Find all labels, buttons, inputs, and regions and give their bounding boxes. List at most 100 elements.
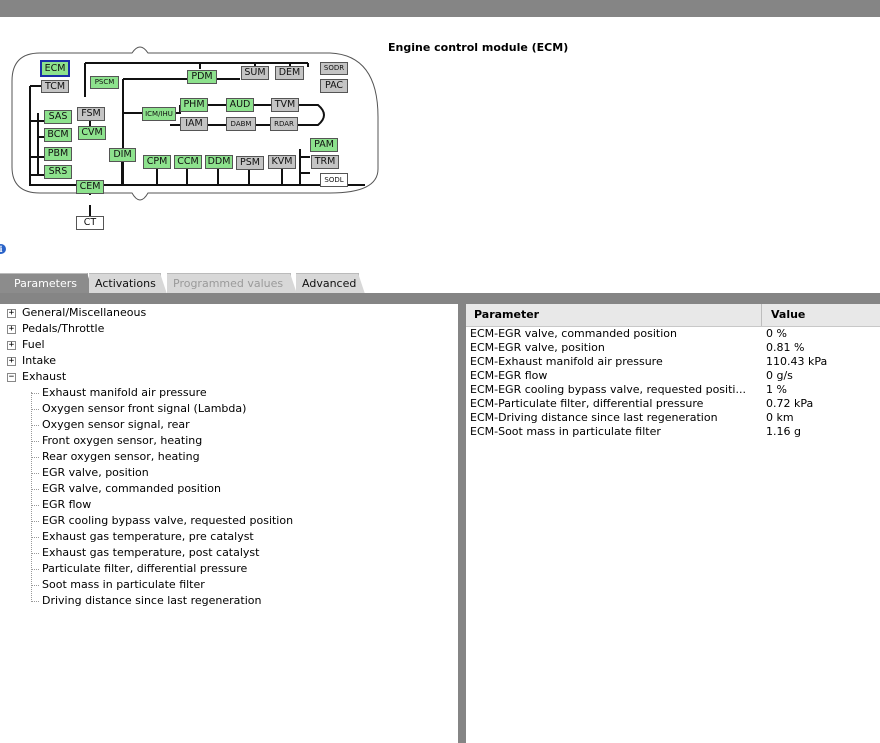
node-aud[interactable]: AUD — [226, 98, 254, 112]
node-srs[interactable]: SRS — [44, 165, 72, 179]
tree-leaf[interactable]: Exhaust gas temperature, post catalyst — [0, 545, 440, 561]
table-cell-value: 0 km — [766, 411, 794, 424]
tab-programmed-values[interactable]: Programmed values — [167, 273, 297, 294]
tree-leaf-label: EGR cooling bypass valve, requested posi… — [42, 514, 294, 527]
column-header-value[interactable]: Value — [771, 304, 805, 326]
tree-leaf-label: Rear oxygen sensor, heating — [42, 450, 200, 463]
expand-plus-icon[interactable]: + — [7, 325, 16, 334]
table-row[interactable]: ECM-Particulate filter, differential pre… — [466, 397, 880, 411]
tree-leaf-label: Driving distance since last regeneration — [42, 594, 262, 607]
node-cem[interactable]: CEM — [76, 180, 104, 194]
table-cell-parameter: ECM-Soot mass in particulate filter — [470, 425, 661, 438]
node-cvm[interactable]: CVM — [78, 126, 106, 140]
node-dim[interactable]: DIM — [109, 148, 136, 162]
node-sodr[interactable]: SODR — [320, 62, 348, 75]
values-table: Parameter Value ECM-EGR valve, commanded… — [466, 304, 880, 743]
tree-leaf[interactable]: Soot mass in particulate filter — [0, 577, 440, 593]
column-divider[interactable] — [761, 304, 762, 326]
node-icm-ihu[interactable]: ICM/IHU — [142, 107, 176, 121]
tree-leaf[interactable]: Particulate filter, differential pressur… — [0, 561, 440, 577]
tab-programmed-values-label: Programmed values — [173, 277, 284, 290]
tree-leaf[interactable]: EGR flow — [0, 497, 440, 513]
node-pdm[interactable]: PDM — [187, 70, 217, 84]
node-tvm[interactable]: TVM — [271, 98, 299, 112]
tree-group-label: Fuel — [22, 338, 45, 351]
tree-leaf[interactable]: EGR valve, commanded position — [0, 481, 440, 497]
table-cell-parameter: ECM-EGR flow — [470, 369, 548, 382]
node-pscm[interactable]: PSCM — [90, 76, 119, 89]
tree-leaf-label: Oxygen sensor signal, rear — [42, 418, 190, 431]
table-cell-parameter: ECM-EGR valve, commanded position — [470, 327, 678, 340]
node-iam[interactable]: IAM — [180, 117, 208, 131]
network-diagram: ECM TCM PSCM PDM SUM DEM SODR PAC ICM/IH… — [0, 17, 380, 237]
node-pac[interactable]: PAC — [320, 79, 348, 93]
node-sodl[interactable]: SODL — [320, 173, 348, 187]
tree-group-label: Exhaust — [22, 370, 67, 383]
table-row[interactable]: ECM-Driving distance since last regenera… — [466, 411, 880, 425]
tree-leaf[interactable]: Rear oxygen sensor, heating — [0, 449, 440, 465]
table-row[interactable]: ECM-Exhaust manifold air pressure 110.43 … — [466, 355, 880, 369]
panel-splitter[interactable] — [458, 304, 466, 743]
tree-leaf[interactable]: Exhaust gas temperature, pre catalyst — [0, 529, 440, 545]
node-fsm[interactable]: FSM — [77, 107, 105, 121]
node-trm[interactable]: TRM — [311, 155, 339, 169]
info-icon[interactable]: i — [0, 244, 6, 254]
tree-leaf[interactable]: Driving distance since last regeneration — [0, 593, 440, 609]
table-row[interactable]: ECM-EGR valve, commanded position 0 % — [466, 327, 880, 341]
node-ccm[interactable]: CCM — [174, 155, 202, 169]
tab-parameters[interactable]: Parameters — [0, 273, 94, 294]
tree-group-label: Pedals/Throttle — [22, 322, 105, 335]
node-tcm[interactable]: TCM — [41, 80, 69, 93]
tree-leaf-label: Front oxygen sensor, heating — [42, 434, 203, 447]
tree-leaf-label: Exhaust gas temperature, post catalyst — [42, 546, 260, 559]
expand-plus-icon[interactable]: + — [7, 357, 16, 366]
tab-advanced-label: Advanced — [302, 277, 357, 290]
expand-plus-icon[interactable]: + — [7, 309, 16, 318]
tab-advanced[interactable]: Advanced — [296, 273, 365, 294]
table-row[interactable]: ECM-EGR cooling bypass valve, requested … — [466, 383, 880, 397]
node-psm[interactable]: PSM — [236, 156, 264, 170]
tree-leaf-label: Exhaust gas temperature, pre catalyst — [42, 530, 254, 543]
table-cell-value: 0 % — [766, 327, 787, 340]
table-row[interactable]: ECM-Soot mass in particulate filter 1.16 … — [466, 425, 880, 439]
node-rdar[interactable]: RDAR — [270, 117, 298, 131]
node-ddm[interactable]: DDM — [205, 155, 233, 169]
tree-group-label: General/Miscellaneous — [22, 306, 147, 319]
table-cell-parameter: ECM-Particulate filter, differential pre… — [470, 397, 704, 410]
table-row[interactable]: ECM-EGR flow 0 g/s — [466, 369, 880, 383]
module-title: Engine control module (ECM) — [388, 41, 569, 54]
node-pam[interactable]: PAM — [310, 138, 338, 152]
node-pbm[interactable]: PBM — [44, 147, 72, 161]
tree-leaf-label: Oxygen sensor front signal (Lambda) — [42, 402, 247, 415]
node-phm[interactable]: PHM — [180, 98, 208, 112]
node-cpm[interactable]: CPM — [143, 155, 171, 169]
tab-activations-label: Activations — [95, 277, 156, 290]
table-cell-parameter: ECM-Driving distance since last regenera… — [470, 411, 718, 424]
tree-leaf[interactable]: EGR cooling bypass valve, requested posi… — [0, 513, 440, 529]
table-cell-value: 1.16 g — [766, 425, 801, 438]
node-bcm[interactable]: BCM — [44, 128, 72, 142]
tree-leaf[interactable]: Front oxygen sensor, heating — [0, 433, 440, 449]
node-dem[interactable]: DEM — [275, 66, 304, 80]
node-sum[interactable]: SUM — [241, 66, 269, 80]
tab-activations[interactable]: Activations — [89, 273, 167, 294]
tree-leaf[interactable]: Exhaust manifold air pressure — [0, 385, 440, 401]
node-sas[interactable]: SAS — [44, 110, 72, 124]
tree-leaf[interactable]: EGR valve, position — [0, 465, 440, 481]
tab-parameters-label: Parameters — [14, 277, 77, 290]
node-kvm[interactable]: KVM — [268, 155, 296, 169]
collapse-minus-icon[interactable]: − — [7, 373, 16, 382]
tree-leaf-label: EGR valve, position — [42, 466, 149, 479]
table-row[interactable]: ECM-EGR valve, position 0.81 % — [466, 341, 880, 355]
column-header-parameter[interactable]: Parameter — [474, 304, 539, 326]
table-cell-parameter: ECM-EGR cooling bypass valve, requested … — [470, 383, 746, 396]
table-cell-value: 110.43 kPa — [766, 355, 828, 368]
node-dabm[interactable]: DABM — [226, 117, 256, 131]
tree-leaf[interactable]: Oxygen sensor front signal (Lambda) — [0, 401, 440, 417]
node-ecm[interactable]: ECM — [40, 60, 70, 77]
expand-plus-icon[interactable]: + — [7, 341, 16, 350]
tree-leaf[interactable]: Oxygen sensor signal, rear — [0, 417, 440, 433]
tree-leaf-label: Exhaust manifold air pressure — [42, 386, 207, 399]
table-cell-value: 1 % — [766, 383, 787, 396]
node-ct[interactable]: CT — [76, 216, 104, 230]
